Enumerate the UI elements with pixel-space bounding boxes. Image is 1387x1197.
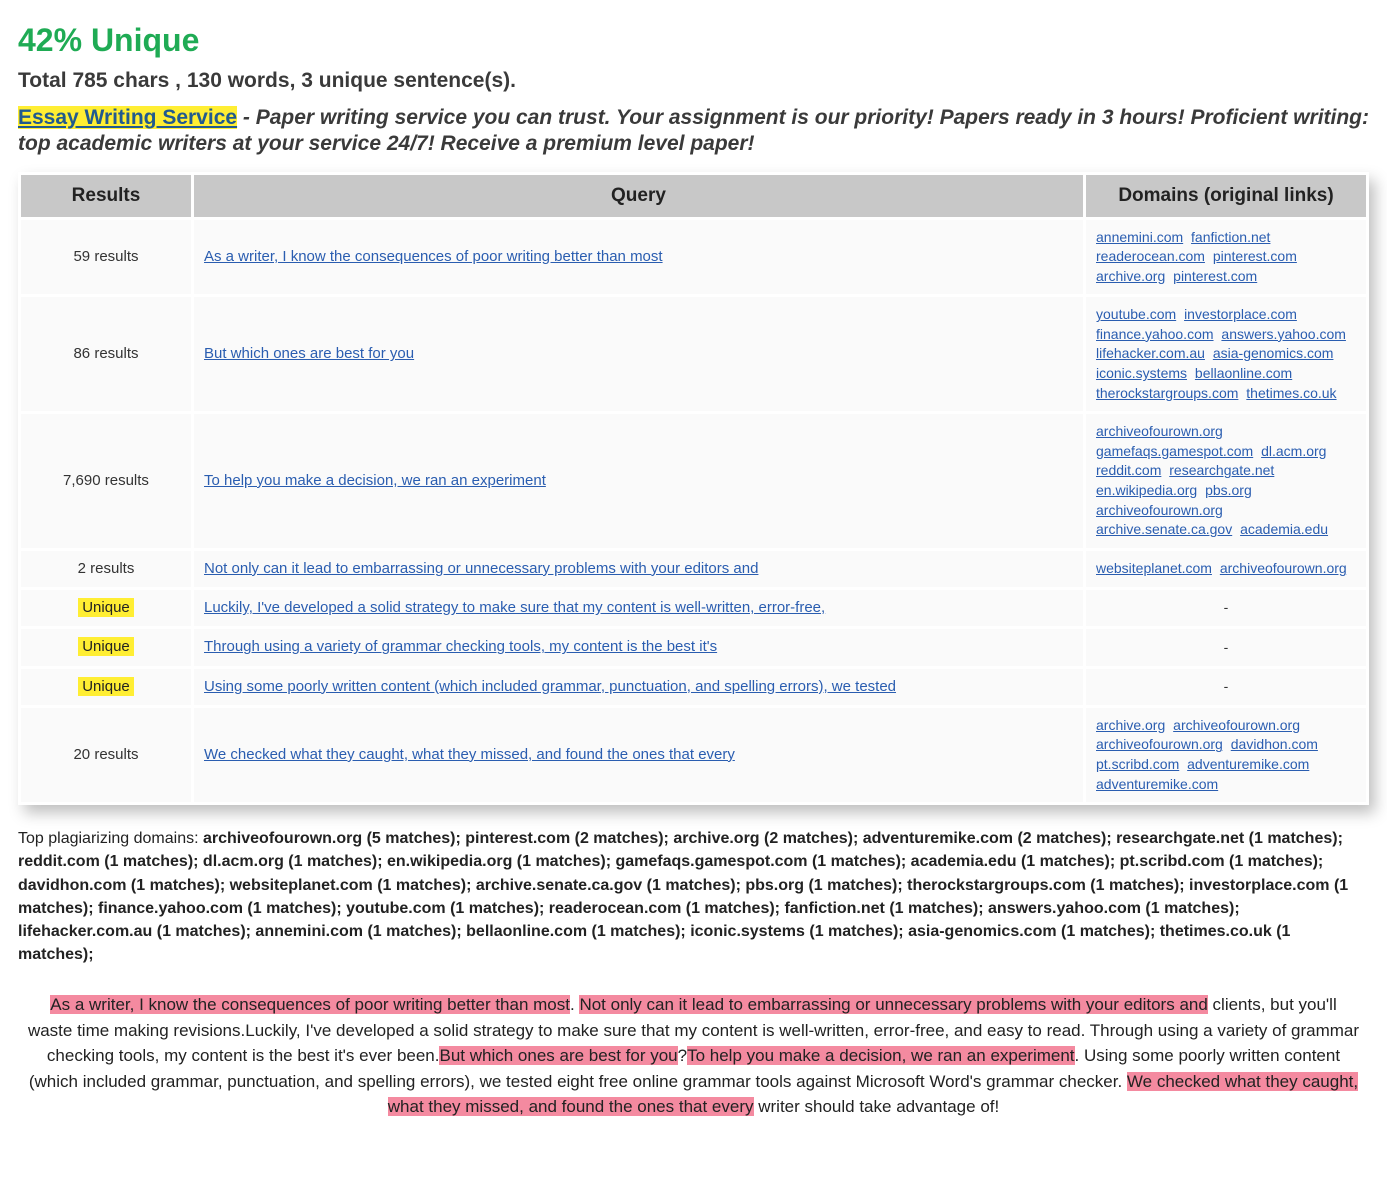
- domain-link[interactable]: therockstargroups.com: [1096, 385, 1238, 401]
- domain-link[interactable]: asia-genomics.com: [1213, 345, 1334, 361]
- col-header-results: Results: [21, 175, 191, 217]
- domain-link[interactable]: pinterest.com: [1213, 248, 1297, 264]
- results-cell: 7,690 results: [21, 414, 191, 548]
- results-table: Results Query Domains (original links) 5…: [18, 172, 1369, 806]
- table-row: 2 results Not only can it lead to embarra…: [21, 551, 1366, 587]
- domain-link[interactable]: reddit.com: [1096, 462, 1161, 478]
- domains-cell: archiveofourown.org gamefaqs.gamespot.co…: [1086, 414, 1366, 548]
- table-row: Unique Using some poorly written content …: [21, 669, 1366, 705]
- plagiarized-segment: As a writer, I know the consequences of …: [50, 995, 570, 1014]
- col-header-query: Query: [194, 175, 1083, 217]
- query-cell: But which ones are best for you: [194, 297, 1083, 411]
- domain-link[interactable]: archive.org: [1096, 717, 1165, 733]
- plagiarized-segment: To help you make a decision, we ran an e…: [687, 1046, 1074, 1065]
- query-link[interactable]: Through using a variety of grammar check…: [204, 638, 717, 655]
- query-link[interactable]: But which ones are best for you: [204, 345, 414, 362]
- domain-link[interactable]: archiveofourown.org: [1173, 717, 1300, 733]
- unique-badge: Unique: [78, 598, 134, 617]
- original-segment: writer should take advantage of!: [754, 1097, 1000, 1116]
- domain-link[interactable]: lifehacker.com.au: [1096, 345, 1205, 361]
- table-row: 86 results But which ones are best for yo…: [21, 297, 1366, 411]
- plagiarized-segment: Not only can it lead to embarrassing or …: [579, 995, 1207, 1014]
- top-domains-body: archiveofourown.org (5 matches); pintere…: [18, 830, 1348, 963]
- domains-cell: websiteplanet.com archiveofourown.org: [1086, 551, 1366, 587]
- domain-link[interactable]: archive.senate.ca.gov: [1096, 521, 1232, 537]
- query-cell: Using some poorly written content (which…: [194, 669, 1083, 705]
- domain-link[interactable]: archiveofourown.org: [1220, 560, 1347, 576]
- domain-link[interactable]: annemini.com: [1096, 229, 1183, 245]
- domains-cell: -: [1086, 669, 1366, 705]
- top-domains-summary: Top plagiarizing domains: archiveofourow…: [18, 827, 1369, 966]
- table-row: 20 results We checked what they caught, w…: [21, 708, 1366, 802]
- results-cell: Unique: [21, 629, 191, 665]
- domain-link[interactable]: pt.scribd.com: [1096, 756, 1179, 772]
- domain-link[interactable]: researchgate.net: [1169, 462, 1274, 478]
- results-cell: Unique: [21, 669, 191, 705]
- stats-line: Total 785 chars , 130 words, 3 unique se…: [18, 69, 1369, 93]
- query-link[interactable]: Not only can it lead to embarrassing or …: [204, 560, 758, 577]
- domain-link[interactable]: iconic.systems: [1096, 365, 1187, 381]
- domain-link[interactable]: youtube.com: [1096, 306, 1176, 322]
- query-link[interactable]: As a writer, I know the consequences of …: [204, 248, 663, 265]
- domain-link[interactable]: adventuremike.com: [1187, 756, 1309, 772]
- domain-link[interactable]: dl.acm.org: [1261, 443, 1326, 459]
- query-link[interactable]: Using some poorly written content (which…: [204, 678, 896, 695]
- table-row: 59 results As a writer, I know the conseq…: [21, 220, 1366, 295]
- domain-link[interactable]: answers.yahoo.com: [1221, 326, 1346, 342]
- domain-link[interactable]: thetimes.co.uk: [1246, 385, 1336, 401]
- domain-link[interactable]: pinterest.com: [1173, 268, 1257, 284]
- query-link[interactable]: We checked what they caught, what they m…: [204, 746, 735, 763]
- essay-service-link[interactable]: Essay Writing Service: [18, 106, 237, 129]
- query-cell: Not only can it lead to embarrassing or …: [194, 551, 1083, 587]
- query-cell: We checked what they caught, what they m…: [194, 708, 1083, 802]
- domain-link[interactable]: archive.org: [1096, 268, 1165, 284]
- domain-link[interactable]: archiveofourown.org: [1096, 423, 1223, 439]
- promo-line: Essay Writing Service - Paper writing se…: [18, 105, 1369, 158]
- results-cell: 59 results: [21, 220, 191, 295]
- results-cell: 86 results: [21, 297, 191, 411]
- domain-link[interactable]: fanfiction.net: [1191, 229, 1270, 245]
- promo-sep: -: [237, 106, 256, 129]
- col-header-domains: Domains (original links): [1086, 175, 1366, 217]
- table-row: Unique Through using a variety of grammar…: [21, 629, 1366, 665]
- unique-badge: Unique: [78, 637, 134, 656]
- results-cell: 20 results: [21, 708, 191, 802]
- domain-link[interactable]: davidhon.com: [1231, 736, 1318, 752]
- results-cell: Unique: [21, 590, 191, 626]
- domains-cell: -: [1086, 629, 1366, 665]
- domain-link[interactable]: archiveofourown.org: [1096, 736, 1223, 752]
- domain-link[interactable]: readerocean.com: [1096, 248, 1205, 264]
- domain-link[interactable]: investorplace.com: [1184, 306, 1297, 322]
- domains-cell: archive.org archiveofourown.org archiveo…: [1086, 708, 1366, 802]
- domain-link[interactable]: archiveofourown.org: [1096, 502, 1223, 518]
- results-cell: 2 results: [21, 551, 191, 587]
- query-cell: As a writer, I know the consequences of …: [194, 220, 1083, 295]
- domains-cell: -: [1086, 590, 1366, 626]
- domains-cell: youtube.com investorplace.com finance.ya…: [1086, 297, 1366, 411]
- uniqueness-heading: 42% Unique: [18, 22, 1369, 59]
- top-domains-lead: Top plagiarizing domains:: [18, 830, 203, 847]
- query-cell: Through using a variety of grammar check…: [194, 629, 1083, 665]
- domain-link[interactable]: finance.yahoo.com: [1096, 326, 1214, 342]
- table-row: Unique Luckily, I've developed a solid st…: [21, 590, 1366, 626]
- essay-text: As a writer, I know the consequences of …: [18, 992, 1369, 1120]
- domain-link[interactable]: websiteplanet.com: [1096, 560, 1212, 576]
- plagiarized-segment: But which ones are best for you: [439, 1046, 677, 1065]
- domain-link[interactable]: bellaonline.com: [1195, 365, 1292, 381]
- domain-link[interactable]: pbs.org: [1205, 482, 1252, 498]
- query-link[interactable]: Luckily, I've developed a solid strategy…: [204, 599, 825, 616]
- original-segment: ?: [678, 1046, 687, 1065]
- domain-link[interactable]: academia.edu: [1240, 521, 1328, 537]
- domain-link[interactable]: en.wikipedia.org: [1096, 482, 1197, 498]
- query-cell: Luckily, I've developed a solid strategy…: [194, 590, 1083, 626]
- domain-link[interactable]: gamefaqs.gamespot.com: [1096, 443, 1253, 459]
- domain-link[interactable]: adventuremike.com: [1096, 776, 1218, 792]
- query-link[interactable]: To help you make a decision, we ran an e…: [204, 472, 546, 489]
- unique-badge: Unique: [78, 677, 134, 696]
- query-cell: To help you make a decision, we ran an e…: [194, 414, 1083, 548]
- domains-cell: annemini.com fanfiction.net readerocean.…: [1086, 220, 1366, 295]
- table-row: 7,690 results To help you make a decision…: [21, 414, 1366, 548]
